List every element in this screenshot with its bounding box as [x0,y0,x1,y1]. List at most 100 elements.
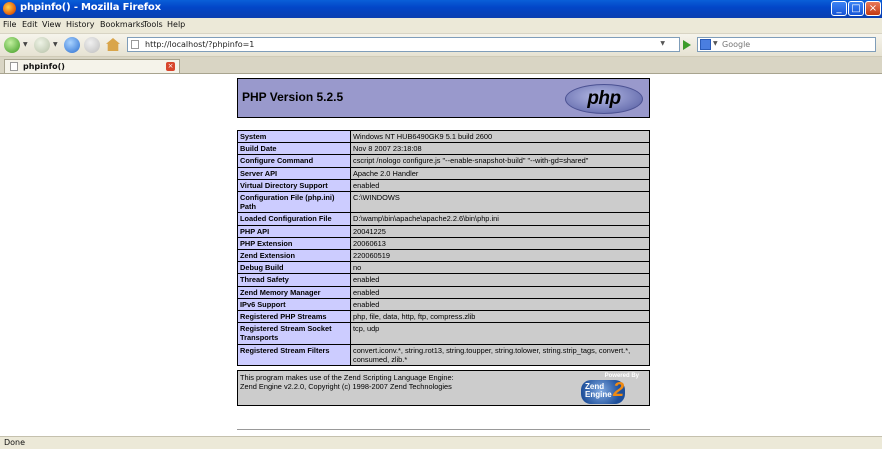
row-label: Virtual Directory Support [237,178,351,193]
table-row: Configuration File (php.ini) Path C:\WIND… [237,191,650,214]
row-label: Build Date [237,142,351,156]
back-dropdown-icon[interactable]: ▼ [23,41,28,48]
table-row: PHP API 20041225 [237,224,650,238]
row-label: System [237,129,351,144]
table-row: Thread Safety enabled [237,273,650,287]
table-row: PHP Extension 20060613 [237,236,650,251]
php-info-table: System Windows NT HUB6490GK9 5.1 build 26… [237,129,650,367]
tab-phpinfo[interactable]: phpinfo() × [4,59,180,73]
go-arrow-icon[interactable] [683,40,691,50]
row-label: Configuration File (php.ini) Path [237,191,351,214]
row-value: Windows NT HUB6490GK9 5.1 build 2600 [350,129,650,144]
row-label: Registered PHP Streams [237,310,351,324]
row-value: enabled [350,285,650,299]
table-row: Build Date Nov 8 2007 23:18:08 [237,142,650,156]
table-row: IPv6 Support enabled [237,297,650,312]
maximize-button[interactable]: □ [848,1,864,16]
row-label: Thread Safety [237,273,351,287]
row-value: cscript /nologo configure.js "--enable-s… [350,154,650,168]
zend-logo-line2: Engine [585,390,612,399]
search-bar[interactable]: ▼ [697,37,876,52]
search-input[interactable] [722,39,872,50]
title-bar: phpinfo() - Mozilla Firefox _ □ × [0,0,882,18]
table-row: Virtual Directory Support enabled [237,178,650,193]
table-row: Registered Stream Filters convert.iconv.*… [237,343,650,367]
engine-dropdown-icon[interactable]: ▼ [713,40,718,47]
window-title: phpinfo() - Mozilla Firefox [20,2,161,13]
status-text: Done [4,438,26,447]
zend-engine-logo[interactable]: Powered By Zend Engine 2 [571,373,641,404]
home-icon[interactable] [106,38,120,51]
row-label: Configure Command [237,154,351,168]
row-value: Nov 8 2007 23:18:08 [350,142,650,156]
table-row: Registered Stream Socket Transports tcp, … [237,322,650,345]
menu-edit[interactable]: Edit [22,20,38,29]
table-row: Zend Memory Manager enabled [237,285,650,299]
row-label: Loaded Configuration File [237,212,351,226]
row-label: Registered Stream Socket Transports [237,322,351,345]
row-label: Server API [237,166,351,180]
url-text[interactable]: http://localhost/?phpinfo=1 [145,40,254,49]
firefox-icon [3,2,16,15]
php-version-title: PHP Version 5.2.5 [242,90,344,104]
row-value: 20060613 [350,236,650,251]
zend-copyright: Zend Engine v2.2.0, Copyright (c) 1998-2… [240,382,452,391]
table-row: Server API Apache 2.0 Handler [237,166,650,180]
table-row: Configure Command cscript /nologo configu… [237,154,650,168]
url-bar[interactable]: http://localhost/?phpinfo=1 ▼ [127,37,680,52]
row-value: enabled [350,273,650,287]
php-logo[interactable]: php [565,84,643,114]
status-bar: Done [0,436,882,449]
google-icon[interactable] [700,39,711,50]
row-value: 20041225 [350,224,650,238]
page-content: PHP Version 5.2.5 php System Windows NT H… [0,74,882,436]
menu-view[interactable]: View [42,20,61,29]
zend-engine-logo-text: Zend Engine [585,383,612,399]
row-label: PHP Extension [237,236,351,251]
menu-bar: File Edit View History Bookmarks Tools H… [0,18,882,34]
row-value: enabled [350,297,650,312]
php-header: PHP Version 5.2.5 php [237,78,650,118]
menu-file[interactable]: File [3,20,16,29]
row-value: Apache 2.0 Handler [350,166,650,180]
table-row: System Windows NT HUB6490GK9 5.1 build 26… [237,129,650,144]
page-icon [131,40,139,49]
row-value: 220060519 [350,249,650,263]
row-value: enabled [350,178,650,193]
php-logo-text: php [587,88,621,109]
navigation-toolbar: ▼ ▼ http://localhost/?phpinfo=1 ▼ ▼ [0,34,882,57]
table-row: Debug Build no [237,261,650,275]
reload-icon[interactable] [64,37,80,53]
table-row: Loaded Configuration File D:\wamp\bin\apa… [237,212,650,226]
menu-history[interactable]: History [66,20,94,29]
menu-tools[interactable]: Tools [143,20,163,29]
row-label: Registered Stream Filters [237,343,351,367]
row-value: convert.iconv.*, string.rot13, string.to… [350,343,650,367]
row-label: PHP API [237,224,351,238]
row-value: php, file, data, http, ftp, compress.zli… [350,310,650,324]
table-row: Registered PHP Streams php, file, data, h… [237,310,650,324]
forward-dropdown-icon[interactable]: ▼ [53,41,58,48]
row-value: C:\WINDOWS [350,191,650,214]
tab-bar: phpinfo() × [0,57,882,74]
row-value: tcp, udp [350,322,650,345]
zend-description: This program makes use of the Zend Scrip… [240,373,454,382]
menu-bookmarks[interactable]: Bookmarks [100,20,145,29]
zend-logo-two: 2 [613,379,625,401]
url-dropdown-icon[interactable]: ▼ [660,40,665,47]
zend-engine-box: This program makes use of the Zend Scrip… [237,370,650,406]
row-label: Zend Extension [237,249,351,263]
horizontal-rule [237,429,650,430]
row-label: IPv6 Support [237,297,351,312]
menu-help[interactable]: Help [167,20,185,29]
tab-label: phpinfo() [23,62,65,71]
stop-icon[interactable] [84,37,100,53]
back-arrow-icon[interactable] [4,37,20,53]
tab-close-icon[interactable]: × [166,62,175,71]
close-button[interactable]: × [865,1,881,16]
forward-arrow-icon[interactable] [34,37,50,53]
minimize-button[interactable]: _ [831,1,847,16]
row-label: Debug Build [237,261,351,275]
page-icon [10,62,18,71]
row-label: Zend Memory Manager [237,285,351,299]
